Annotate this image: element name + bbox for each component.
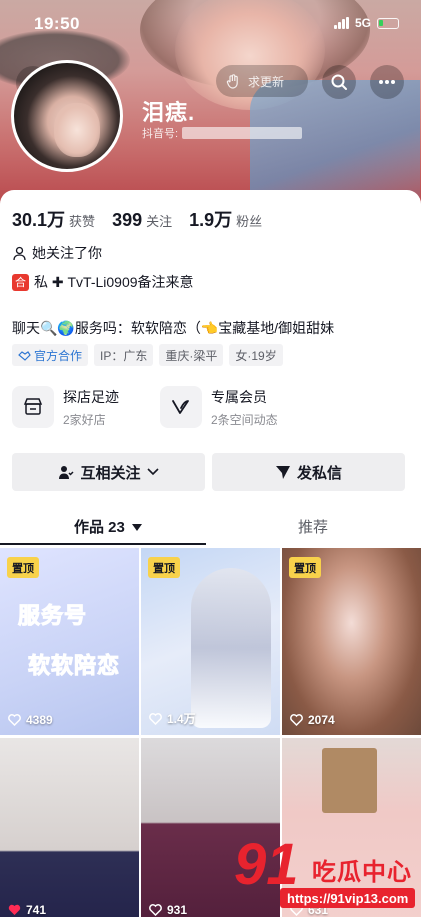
tab-works-label: 作品 23 xyxy=(74,519,125,536)
heart-icon xyxy=(8,714,21,726)
tag-official[interactable]: 官方合作 xyxy=(12,344,89,366)
video-likes-count: 2074 xyxy=(308,713,335,727)
profile-stats: 30.1万 获赞 399 关注 1.9万 粉丝 xyxy=(12,206,279,232)
video-tile[interactable]: 置顶 服务号 软软陪恋 4389 xyxy=(0,548,139,735)
watermark-url: https://91vip13.com xyxy=(280,888,416,908)
more-dots-icon xyxy=(379,80,395,84)
more-button[interactable] xyxy=(370,65,404,99)
request-update-label: 求更新 xyxy=(248,74,285,89)
video-likes-count: 1.4万 xyxy=(167,712,196,726)
tab-active-indicator xyxy=(0,543,206,545)
heart-icon xyxy=(149,712,162,725)
tag-label: IP：广东 xyxy=(100,348,148,363)
handshake-icon xyxy=(18,350,31,361)
stat-value: 399 xyxy=(112,210,143,230)
video-likes: 741 xyxy=(8,903,46,917)
watermark-name: 吃瓜中心 xyxy=(312,859,412,886)
contact-note-text: 私 ✚ TvT-Li0909备注来意 xyxy=(34,274,194,290)
stat-followers[interactable]: 1.9万 粉丝 xyxy=(189,206,262,232)
tag-location: 重庆·梁平 xyxy=(159,344,224,366)
heart-icon xyxy=(149,904,162,916)
status-icons: 5G xyxy=(333,16,399,30)
chevron-down-icon xyxy=(146,468,159,476)
tab-recommend[interactable]: 推荐 xyxy=(298,516,328,537)
stat-value: 30.1万 xyxy=(12,210,66,230)
stat-following[interactable]: 399 关注 xyxy=(112,210,172,231)
tag-label: 官方合作 xyxy=(34,348,83,363)
box-head-shape xyxy=(322,748,377,813)
feature-title: 专属会员 xyxy=(211,388,267,405)
profile-tags: 官方合作 IP：广东 重庆·梁平 女·19岁 xyxy=(12,344,283,366)
avatar[interactable] xyxy=(11,60,123,172)
heart-icon xyxy=(290,714,303,726)
video-overlay-subtitle: 软软陪恋 xyxy=(27,653,121,679)
stat-label: 关注 xyxy=(146,214,173,229)
video-tile[interactable]: 741 xyxy=(0,738,139,917)
stat-value: 1.9万 xyxy=(189,210,233,230)
send-message-label: 发私信 xyxy=(296,464,342,482)
video-overlay-title: 服务号 xyxy=(17,603,88,629)
watermark: 91 吃瓜中心 https://91vip13.com xyxy=(234,836,416,912)
send-message-button[interactable]: 发私信 xyxy=(212,453,405,491)
search-icon xyxy=(331,74,347,90)
nickname: 泪痣. xyxy=(142,100,196,125)
he-badge: 合 xyxy=(12,273,29,291)
person-icon xyxy=(13,246,26,260)
follows-you-text: 她关注了你 xyxy=(32,245,102,261)
feature-shop-visits[interactable]: 探店足迹 2家好店 xyxy=(12,386,119,428)
stat-likes: 30.1万 获赞 xyxy=(12,206,95,232)
video-tile[interactable]: 置顶 1.4万 xyxy=(141,548,280,735)
video-tile[interactable]: 置顶 2074 xyxy=(282,548,421,735)
video-likes: 1.4万 xyxy=(149,710,196,727)
send-icon xyxy=(275,466,290,479)
heart-icon xyxy=(8,904,21,915)
status-time: 19:50 xyxy=(34,14,80,33)
mutual-follow-button[interactable]: 互相关注 xyxy=(12,453,205,491)
video-likes-count: 741 xyxy=(26,903,47,917)
pinned-badge: 置顶 xyxy=(289,557,321,578)
feature-title: 探店足迹 xyxy=(63,388,119,405)
battery-icon xyxy=(377,17,399,29)
tag-label: 重庆·梁平 xyxy=(165,348,218,363)
feature-vip[interactable]: 专属会员 2条空间动态 xyxy=(160,386,278,428)
tag-ip: IP：广东 xyxy=(94,344,154,366)
tab-works[interactable]: 作品 23 xyxy=(74,516,143,537)
tag-label: 女·19岁 xyxy=(235,348,277,363)
video-likes-count: 931 xyxy=(167,903,188,917)
follows-you-line: 她关注了你 xyxy=(12,243,102,263)
network-label: 5G xyxy=(354,16,371,30)
feature-text: 探店足迹 2家好店 xyxy=(63,387,119,428)
video-likes: 4389 xyxy=(8,713,53,727)
tag-gender-age: 女·19岁 xyxy=(229,344,283,366)
anime-figure-shape xyxy=(191,568,271,728)
pinned-badge: 置顶 xyxy=(148,557,180,578)
feature-subtitle: 2条空间动态 xyxy=(211,412,278,427)
feature-text: 专属会员 2条空间动态 xyxy=(211,387,278,428)
hand-icon xyxy=(226,74,238,89)
stat-label: 获赞 xyxy=(69,214,96,229)
bio-text: 聊天🔍🌍服务吗：软软陪恋（👈宝藏基地/御姐甜妹 xyxy=(12,320,335,336)
video-likes-count: 4389 xyxy=(26,713,53,727)
search-button[interactable] xyxy=(322,65,356,99)
stat-label: 粉丝 xyxy=(236,214,263,229)
watermark-logo: 91 xyxy=(234,832,299,897)
douyin-id-redacted xyxy=(182,127,303,139)
profile-page: 19:50 5G 求更新 泪痣. 抖音号: 30.1万 获赞 399 关注 1.… xyxy=(0,0,421,917)
shop-icon xyxy=(12,386,54,428)
signal-icon xyxy=(333,17,349,29)
douyin-id: 抖音号: xyxy=(142,125,303,141)
vip-icon xyxy=(160,386,202,428)
contact-note: 合 私 ✚ TvT-Li0909备注来意 xyxy=(12,272,194,292)
douyin-id-label: 抖音号: xyxy=(142,128,179,140)
video-likes: 2074 xyxy=(290,713,335,727)
avatar-face-shape xyxy=(54,103,100,157)
content-tabs: 作品 23 推荐 xyxy=(0,506,421,546)
request-update-button[interactable]: 求更新 xyxy=(216,65,308,97)
caret-down-icon xyxy=(132,524,143,531)
pinned-badge: 置顶 xyxy=(7,557,39,578)
mutual-follow-label: 互相关注 xyxy=(80,464,141,482)
feature-subtitle: 2家好店 xyxy=(63,412,106,427)
video-likes: 931 xyxy=(149,903,187,917)
person-check-icon xyxy=(59,466,75,479)
